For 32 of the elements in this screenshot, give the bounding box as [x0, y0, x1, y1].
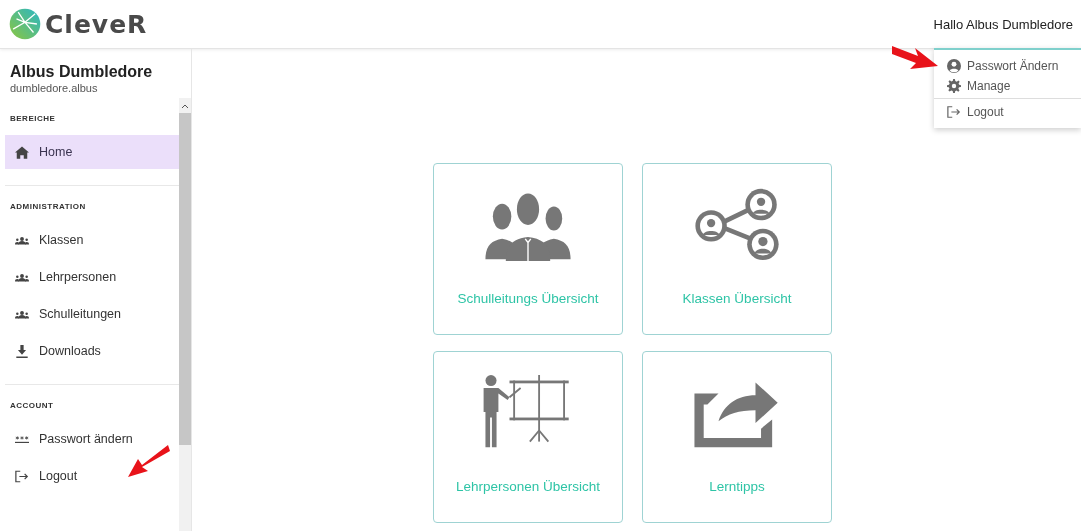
tile-label: Lerntipps	[709, 479, 765, 494]
logout-icon	[15, 469, 29, 483]
user-name: Albus Dumbledore	[10, 63, 154, 81]
tile-label: Klassen Übersicht	[682, 291, 792, 306]
logo-icon	[8, 7, 42, 41]
section-heading: BEREICHE	[9, 113, 57, 125]
menu-item[interactable]: Manage	[934, 76, 1081, 96]
download-icon	[15, 344, 29, 358]
menu-item[interactable]: Logout	[934, 102, 1081, 122]
tile-label: Lehrpersonen Übersicht	[455, 479, 601, 494]
user-login: dumbledore.albus	[10, 82, 99, 94]
logout-icon	[947, 105, 961, 119]
sidebar-item[interactable]: Home	[5, 135, 179, 169]
user-greeting[interactable]: Hallo Albus Dumbledore	[933, 16, 1073, 32]
sidebar-item[interactable]: Logout	[5, 459, 179, 493]
settings-icon	[947, 79, 961, 93]
section-heading: ADMINISTRATION	[9, 201, 87, 213]
annotation-arrow	[128, 443, 170, 479]
menu-item[interactable]: Passwort Ändern	[934, 56, 1081, 76]
sidebar-item[interactable]: Passwort ändern	[5, 422, 179, 456]
sidebar-item[interactable]: Klassen	[5, 223, 179, 257]
tile-label: Schulleitungs Übersicht	[457, 291, 599, 306]
section-heading: ACCOUNT	[9, 400, 55, 412]
scrollbar-thumb[interactable]	[179, 113, 191, 445]
scrollbar[interactable]	[179, 98, 191, 531]
sidebar-item[interactable]: Downloads	[5, 334, 179, 368]
scroll-up-icon[interactable]	[181, 104, 189, 109]
sidebar-item[interactable]: Schulleitungen	[5, 297, 179, 331]
home-icon	[15, 145, 29, 159]
account-icon	[947, 59, 961, 73]
sidebar-item[interactable]: Lehrpersonen	[5, 260, 179, 294]
logo-text: CleveR	[45, 9, 148, 39]
